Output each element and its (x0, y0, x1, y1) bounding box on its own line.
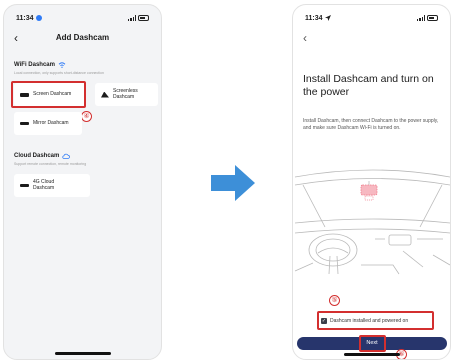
installed-checkbox-row[interactable]: ✓ Dashcam installed and powered on (321, 315, 408, 326)
add-dashcam-screen: 11:34 ‹ Add Dashcam WiFi Dashcam Local c… (3, 4, 162, 360)
screenless-dashcam-card[interactable]: Screenless Dashcam (95, 83, 158, 106)
nav-bar: ‹ Add Dashcam (4, 31, 161, 45)
wifi-icon (58, 62, 66, 68)
back-icon[interactable]: ‹ (303, 31, 307, 45)
transition-arrow-icon (211, 165, 255, 201)
location-arrow-icon (324, 15, 331, 21)
4g-cloud-dashcam-card[interactable]: 4G Cloud Dashcam (14, 174, 90, 197)
cloud-icon (62, 153, 71, 159)
page-title: Add Dashcam (55, 33, 110, 42)
status-icons (417, 15, 438, 21)
battery-icon (427, 15, 438, 21)
status-time: 11:34 (16, 15, 42, 22)
car-interior-illustration (294, 169, 450, 275)
home-indicator (343, 353, 400, 356)
home-indicator (54, 352, 111, 355)
screenless-dashcam-icon (101, 91, 109, 98)
status-icons (128, 15, 149, 21)
installed-checkbox-label: Dashcam installed and powered on (330, 317, 409, 324)
nav-bar: ‹ (293, 31, 450, 45)
status-bar: 11:34 (305, 13, 438, 23)
signal-icon (417, 15, 425, 21)
step-marker-4: ④ (81, 111, 92, 122)
wifi-section-subtitle: Local connection, only supports short-di… (14, 71, 104, 75)
cloud-section-title: Cloud Dashcam (14, 153, 71, 159)
wifi-section-title: WiFi Dashcam (14, 62, 66, 68)
dashcam-device (360, 184, 378, 196)
step-marker-5: ⑤ (329, 295, 340, 306)
status-bar: 11:34 (16, 13, 149, 23)
battery-icon (138, 15, 149, 21)
screen-dashcam-highlight (11, 81, 86, 108)
status-time: 11:34 (305, 15, 331, 22)
cloud-section-subtitle: Support remote connection, remote monito… (14, 162, 87, 166)
mirror-dashcam-card[interactable]: Mirror Dashcam (14, 112, 82, 135)
page-heading: Install Dashcam and turn on the power (303, 73, 434, 98)
cloud-dashcam-icon (20, 184, 29, 187)
location-icon (35, 15, 42, 21)
next-button-highlight (359, 335, 386, 352)
install-dashcam-screen: 11:34 ‹ Install Dashcam and turn on the … (292, 4, 451, 360)
signal-icon (128, 15, 136, 21)
installed-checkbox[interactable]: ✓ (321, 317, 327, 324)
mirror-dashcam-icon (20, 122, 29, 125)
instructions-text: Install Dashcam, then connect Dashcam to… (303, 118, 439, 131)
